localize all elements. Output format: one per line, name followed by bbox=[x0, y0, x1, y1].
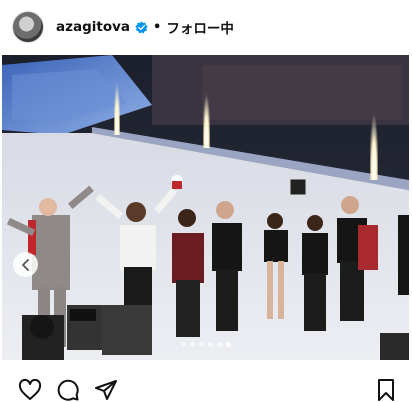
avatar[interactable] bbox=[12, 11, 44, 43]
carousel-dot bbox=[225, 342, 231, 347]
comment-icon[interactable] bbox=[56, 378, 80, 402]
chevron-left-icon bbox=[21, 258, 29, 271]
save-bookmark-icon[interactable] bbox=[374, 378, 398, 402]
carousel-dot bbox=[189, 342, 195, 347]
carousel-prev-button[interactable] bbox=[13, 252, 38, 277]
username-row: azagitova • フォロー中 bbox=[56, 17, 234, 37]
carousel-indicator bbox=[2, 342, 409, 347]
following-button[interactable]: フォロー中 bbox=[166, 17, 234, 37]
carousel-dot bbox=[198, 342, 204, 347]
post-photo[interactable] bbox=[2, 55, 409, 360]
like-heart-icon[interactable] bbox=[18, 378, 42, 402]
share-send-icon[interactable] bbox=[94, 378, 118, 402]
separator-dot: • bbox=[153, 19, 162, 35]
carousel-dot bbox=[180, 342, 186, 347]
carousel-dot bbox=[216, 342, 222, 347]
action-bar bbox=[0, 370, 412, 402]
verified-badge-icon bbox=[135, 20, 148, 33]
ice-show-scene bbox=[2, 55, 409, 360]
post-header: azagitova • フォロー中 bbox=[0, 0, 412, 55]
carousel-dot bbox=[207, 342, 213, 347]
username-link[interactable]: azagitova bbox=[56, 19, 130, 35]
